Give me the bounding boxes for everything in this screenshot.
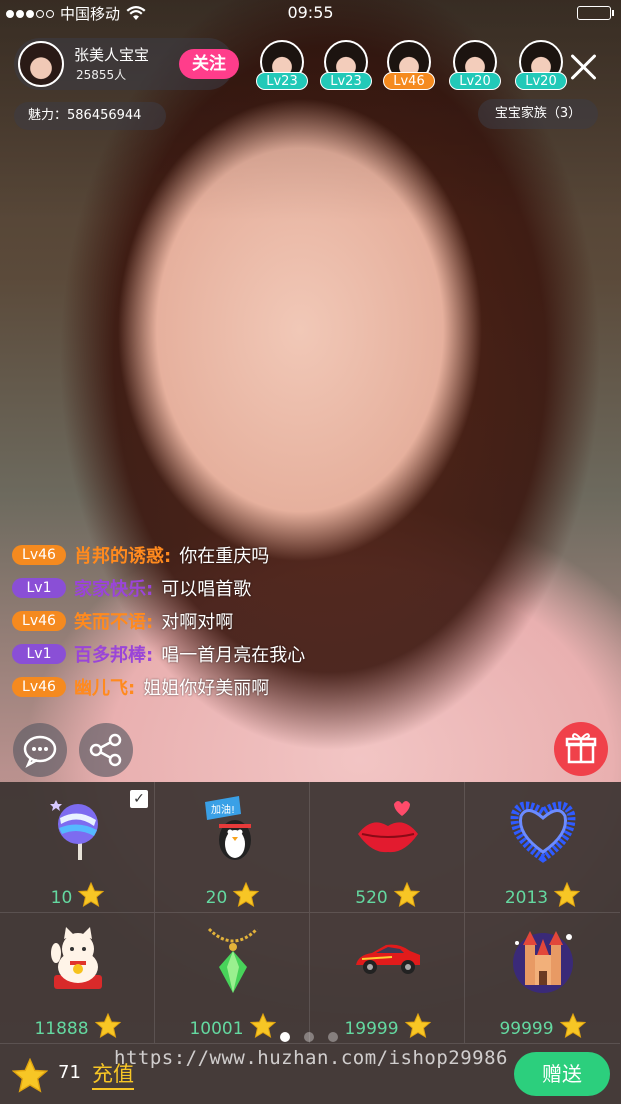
- star-coin-icon: [249, 1013, 276, 1039]
- chat-list: Lv46 肖邦的诱惑: 你在重庆吗 Lv1 家家快乐: 可以唱首歌 Lv46 笑…: [12, 538, 305, 703]
- gift-price: 520: [310, 882, 465, 908]
- close-icon[interactable]: [566, 50, 600, 84]
- gem-pendant-icon: [207, 927, 259, 993]
- chat-level-badge: Lv1: [12, 643, 66, 664]
- star-coin-icon: [554, 882, 581, 908]
- selected-check-icon: ✓: [130, 790, 148, 808]
- host-fans-count: 25855人: [76, 68, 127, 82]
- viewer-level-badge: Lv46: [383, 72, 435, 90]
- gift-item[interactable]: 520: [310, 782, 465, 913]
- gift-item[interactable]: 2013: [465, 782, 620, 913]
- gift-box-icon: [565, 733, 597, 764]
- send-gift-button[interactable]: 赠送: [514, 1052, 610, 1096]
- viewer-level-badge: Lv20: [515, 72, 567, 90]
- star-coin-icon: [559, 1013, 586, 1039]
- gift-price-value: 2013: [504, 888, 549, 908]
- chat-level-badge: Lv46: [12, 544, 66, 565]
- chat-text: 对啊对啊: [161, 611, 234, 633]
- chat-message: Lv1 家家快乐: 可以唱首歌: [12, 571, 305, 604]
- gift-price-value: 11888: [34, 1019, 89, 1039]
- viewer-avatar[interactable]: Lv20: [449, 40, 501, 92]
- gift-price-value: 99999: [499, 1019, 554, 1039]
- penguin-flag-icon: 加油!: [205, 796, 251, 860]
- chat-text: 唱一首月亮在我心: [161, 644, 306, 666]
- viewer-avatar[interactable]: Lv23: [320, 40, 372, 92]
- gift-item[interactable]: 10001: [155, 913, 310, 1044]
- gift-item[interactable]: 11888: [0, 913, 155, 1044]
- star-coin-icon: [393, 882, 420, 908]
- battery-icon: [577, 6, 614, 20]
- gift-price-value: 520: [355, 888, 388, 908]
- star-coin-icon: [233, 882, 260, 908]
- gift-item[interactable]: 加油! 20: [155, 782, 310, 913]
- host-card[interactable]: 张美人宝宝 25855人 关注: [14, 38, 239, 90]
- star-coin-icon: [94, 1013, 121, 1039]
- clock: 09:55: [287, 3, 334, 22]
- chat-username[interactable]: 百多邦棒:: [74, 641, 153, 667]
- chat-message: Lv1 百多邦棒: 唱一首月亮在我心: [12, 637, 305, 670]
- kiss-lips-icon: [358, 801, 418, 853]
- svg-text:加油!: 加油!: [211, 803, 235, 816]
- chat-text: 可以唱首歌: [161, 578, 252, 600]
- gift-item[interactable]: 19999: [310, 913, 465, 1044]
- viewer-level-badge: Lv23: [320, 72, 372, 90]
- gift-price: 11888: [0, 1013, 155, 1039]
- gift-price: 10: [0, 882, 155, 908]
- gift-item[interactable]: 99999: [465, 913, 620, 1044]
- chat-bubble-icon: [23, 735, 57, 768]
- page-dot[interactable]: [328, 1032, 338, 1042]
- family-button[interactable]: 宝宝家族（3）: [478, 99, 598, 129]
- gift-price-value: 10: [50, 888, 73, 908]
- chat-username[interactable]: 幽儿飞:: [74, 674, 135, 700]
- chat-message: Lv46 幽儿飞: 姐姐你好美丽啊: [12, 670, 305, 703]
- comment-button[interactable]: [13, 723, 67, 777]
- gift-price-value: 10001: [189, 1019, 244, 1039]
- star-coin-icon: [78, 882, 105, 908]
- follow-button[interactable]: 关注: [179, 49, 239, 79]
- page-dot[interactable]: [280, 1032, 290, 1042]
- watermark: https://www.huzhan.com/ishop29986: [114, 1047, 508, 1069]
- charm-badge: 魅力：586456944: [14, 102, 166, 130]
- host-name: 张美人宝宝: [74, 46, 150, 64]
- status-bar: 中国移动 09:55: [0, 0, 621, 26]
- star-coin-icon: [12, 1058, 48, 1093]
- gift-price: 20: [155, 882, 310, 908]
- chat-username[interactable]: 肖邦的诱惑:: [74, 542, 171, 568]
- castle-icon: [513, 931, 573, 993]
- flower-heart-icon: [510, 801, 576, 863]
- viewer-level-badge: Lv20: [449, 72, 501, 90]
- lucky-cat-icon: [51, 927, 102, 989]
- gift-item[interactable]: ✓ 10: [0, 782, 155, 913]
- star-coin-icon: [404, 1013, 431, 1039]
- chat-text: 姐姐你好美丽啊: [143, 677, 270, 699]
- gift-price-value: 20: [205, 888, 228, 908]
- chat-level-badge: Lv46: [12, 610, 66, 631]
- gift-price-value: 19999: [344, 1019, 399, 1039]
- page-indicator: [280, 1032, 338, 1042]
- gift-button[interactable]: [554, 722, 608, 776]
- lollipop-icon: [50, 800, 98, 860]
- share-button[interactable]: [79, 723, 133, 777]
- gift-price: 99999: [465, 1013, 620, 1039]
- chat-level-badge: Lv1: [12, 577, 66, 598]
- coin-balance: 71: [58, 1062, 81, 1083]
- host-avatar[interactable]: [18, 41, 64, 87]
- gift-price: 2013: [465, 882, 620, 908]
- chat-level-badge: Lv46: [12, 676, 66, 697]
- share-icon: [89, 733, 122, 767]
- viewer-level-badge: Lv23: [256, 72, 308, 90]
- chat-text: 你在重庆吗: [179, 545, 270, 567]
- viewer-avatar[interactable]: Lv20: [515, 40, 567, 92]
- viewer-avatar[interactable]: Lv23: [256, 40, 308, 92]
- chat-username[interactable]: 笑而不语:: [74, 608, 153, 634]
- gift-grid: ✓ 10 加油! 20 520 2013 11888 10001 19999 9…: [0, 782, 621, 1044]
- viewer-avatar[interactable]: Lv46: [383, 40, 435, 92]
- chat-username[interactable]: 家家快乐:: [74, 575, 153, 601]
- page-dot[interactable]: [304, 1032, 314, 1042]
- chat-message: Lv46 笑而不语: 对啊对啊: [12, 604, 305, 637]
- chat-message: Lv46 肖邦的诱惑: 你在重庆吗: [12, 538, 305, 571]
- sports-car-icon: [356, 944, 420, 974]
